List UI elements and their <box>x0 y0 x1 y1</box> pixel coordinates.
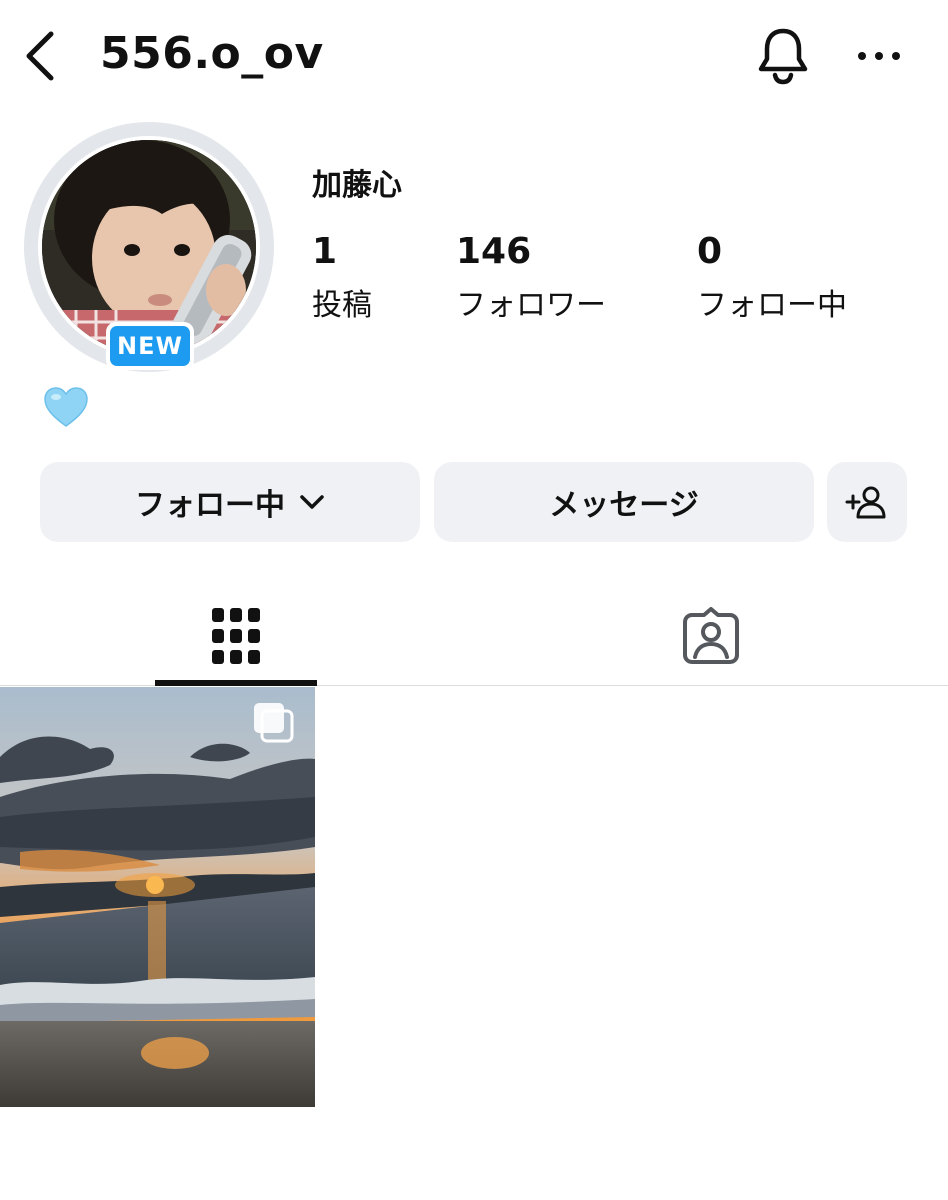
post-thumbnail[interactable] <box>0 687 315 1107</box>
back-button[interactable] <box>20 30 60 82</box>
chevron-left-icon <box>26 31 54 81</box>
profile-tabs <box>0 586 948 686</box>
more-horizontal-icon <box>858 52 900 60</box>
new-badge: NEW <box>106 322 194 370</box>
tab-tagged[interactable] <box>630 586 792 686</box>
suggest-users-button[interactable] <box>827 462 907 542</box>
display-name: 加藤心 <box>312 168 402 203</box>
stat-followers[interactable]: 146 フォロワー <box>456 232 606 324</box>
add-person-icon <box>845 486 886 519</box>
stat-label: フォロワー <box>456 288 606 323</box>
stat-label: フォロー中 <box>697 288 847 323</box>
stat-following[interactable]: 0 フォロー中 <box>697 232 847 324</box>
tab-posts-grid[interactable] <box>155 586 317 686</box>
message-button-label: メッセージ <box>549 488 699 523</box>
active-tab-indicator <box>155 680 317 686</box>
bio-heart-icon <box>42 384 90 432</box>
stat-value: 1 <box>312 231 338 272</box>
tagged-icon <box>683 607 739 664</box>
top-bar: 556.o_ov <box>0 0 948 120</box>
stat-label: 投稿 <box>312 288 372 323</box>
sunset-beach-photo <box>0 687 315 1107</box>
notifications-button[interactable] <box>752 24 814 86</box>
more-options-button[interactable] <box>848 36 910 76</box>
following-button-label: フォロー中 <box>135 488 285 523</box>
stat-posts[interactable]: 1 投稿 <box>312 232 372 324</box>
following-button[interactable]: フォロー中 <box>40 462 420 542</box>
message-button[interactable]: メッセージ <box>434 462 814 542</box>
grid-icon <box>212 608 260 664</box>
stat-value: 146 <box>456 231 532 272</box>
profile-username: 556.o_ov <box>100 28 324 79</box>
new-badge-label: NEW <box>110 326 190 366</box>
chevron-down-icon <box>300 495 324 509</box>
bell-icon <box>758 28 808 85</box>
stat-value: 0 <box>697 231 723 272</box>
